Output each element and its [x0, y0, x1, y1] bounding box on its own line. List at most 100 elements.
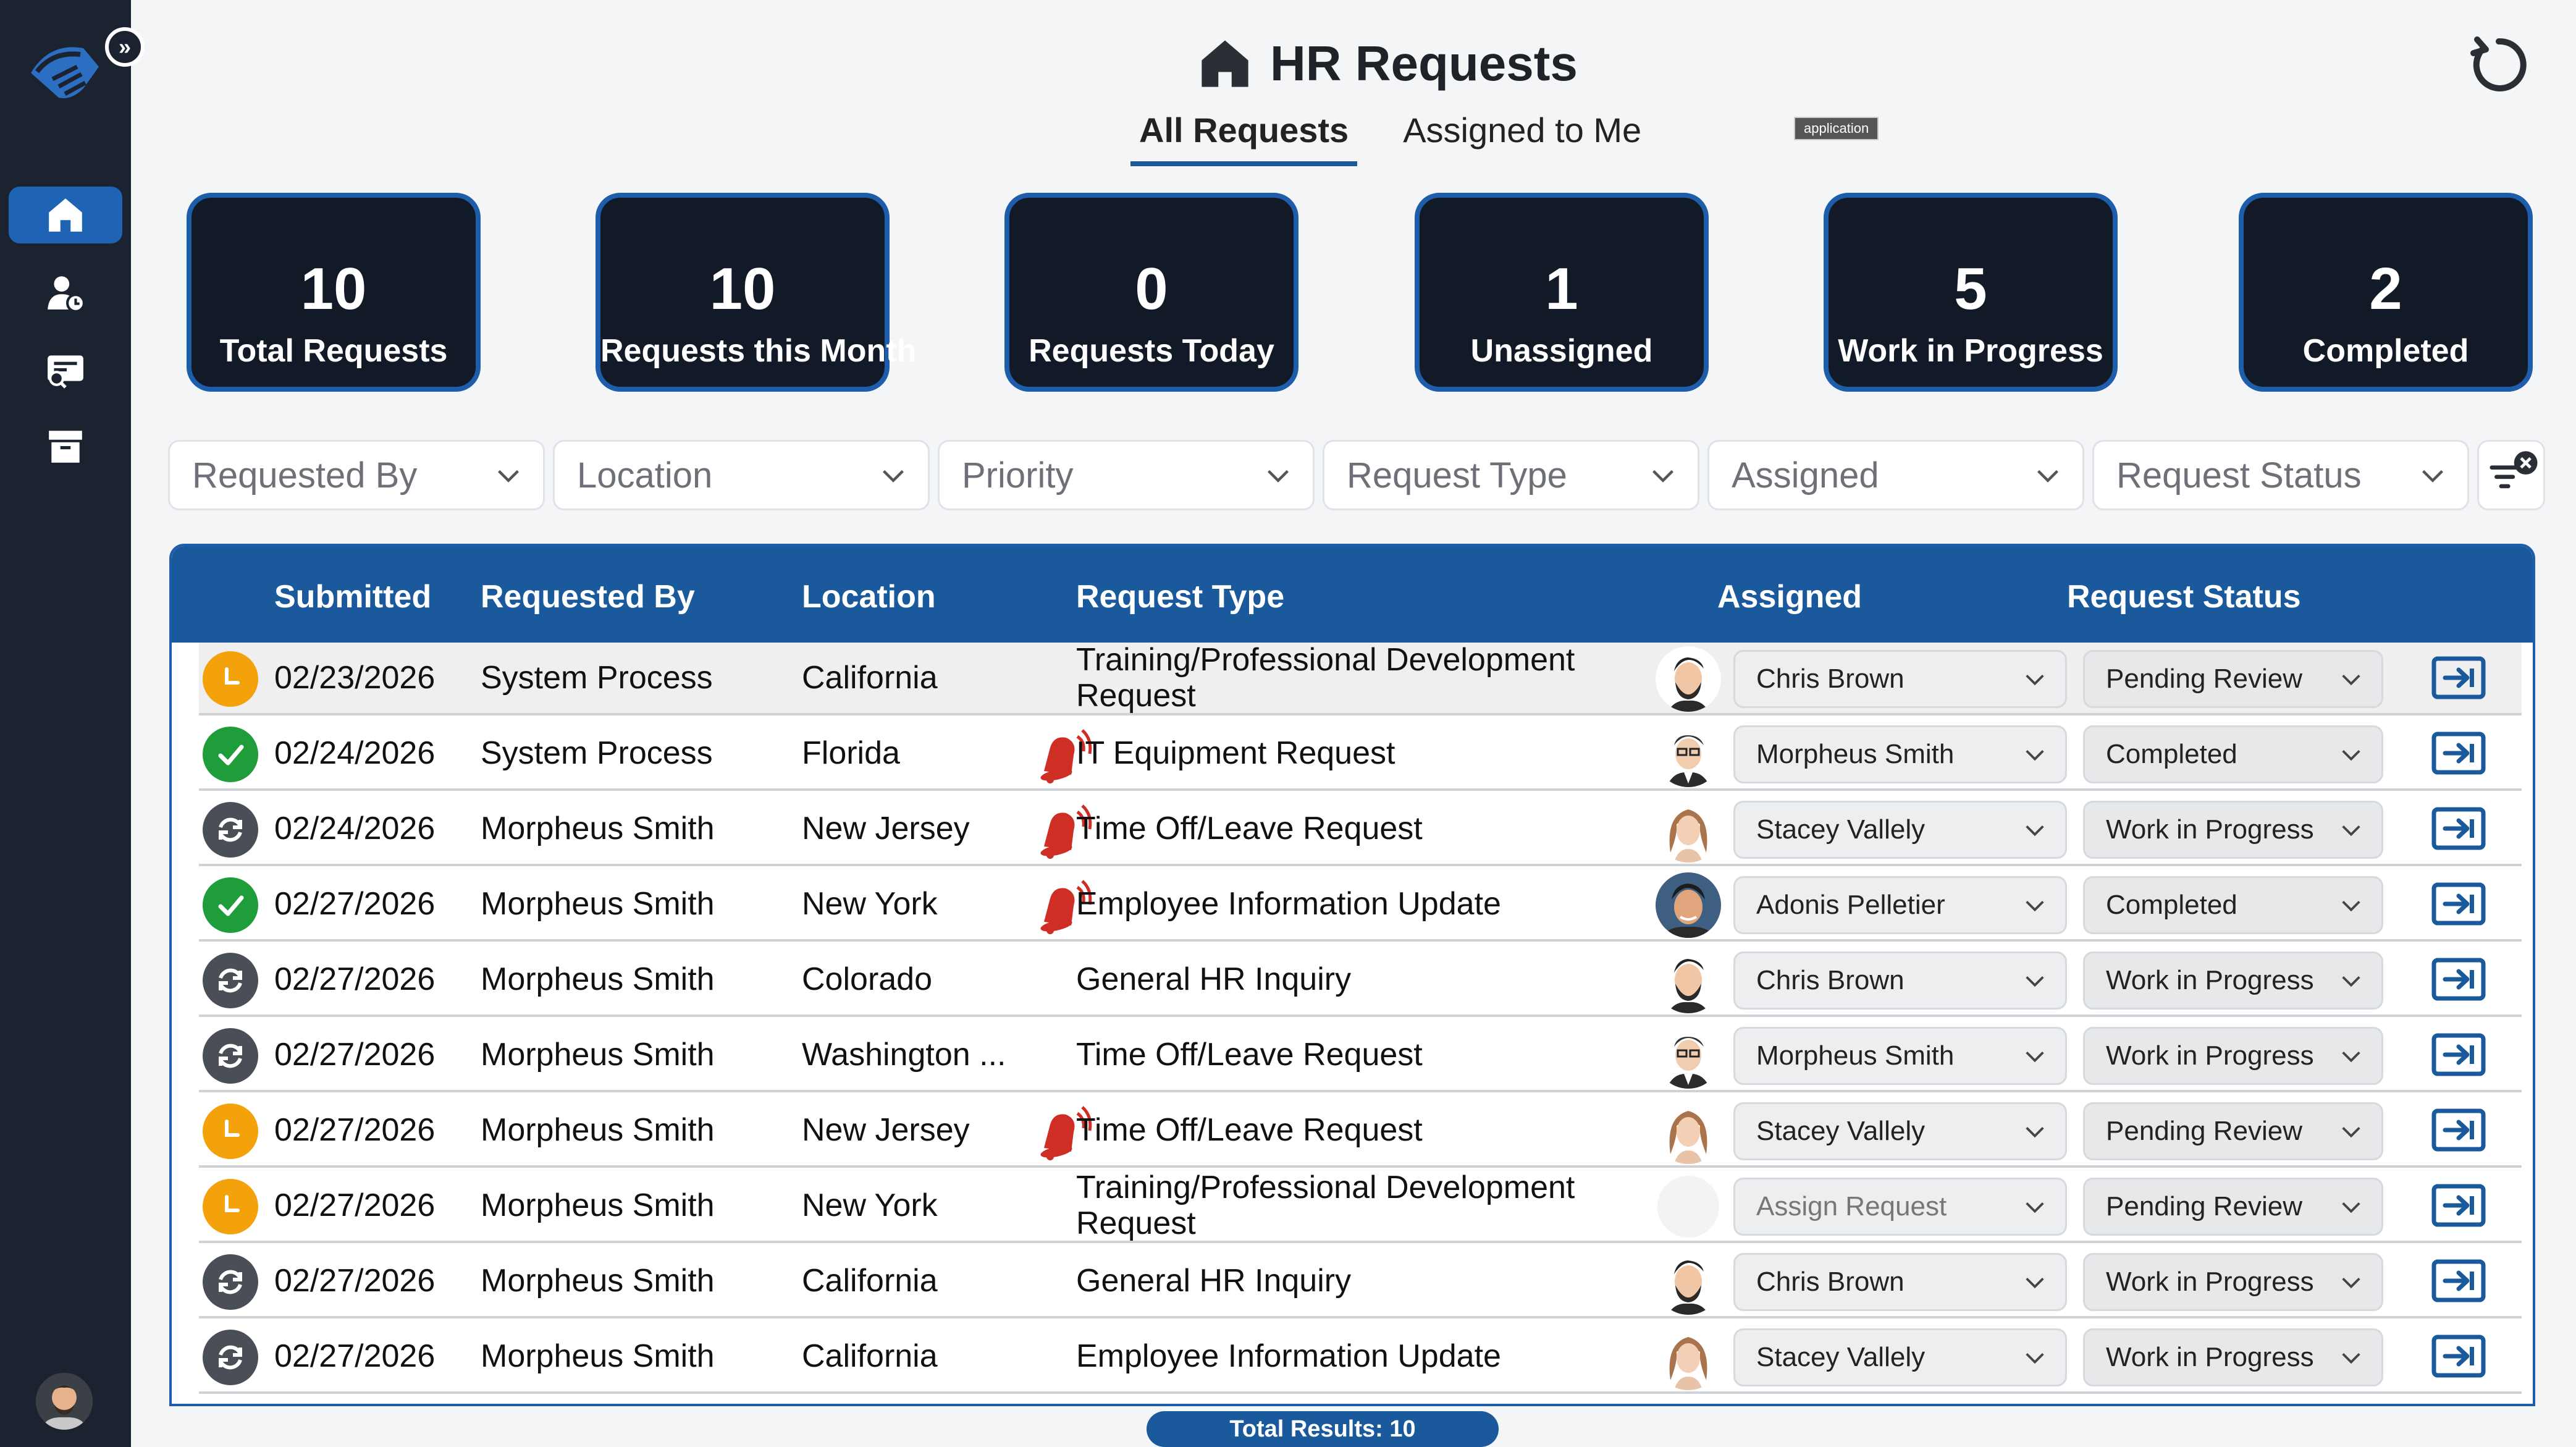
table-row[interactable]: 02/27/2026 Morpheus Smith California Genera…: [199, 1246, 2522, 1318]
table-row[interactable]: 02/27/2026 Morpheus Smith Colorado General …: [199, 944, 2522, 1017]
table-row[interactable]: 02/27/2026 Morpheus Smith New Jersey Time O…: [199, 1095, 2522, 1168]
chevron-down-icon: [1652, 470, 1673, 483]
open-request-icon[interactable]: [2431, 958, 2486, 1001]
filter-priority[interactable]: Priority: [938, 440, 1315, 510]
chevron-down-icon: [2026, 1352, 2044, 1364]
open-request-icon[interactable]: [2431, 1184, 2486, 1227]
tab-bar: All Requests Assigned to Me: [1130, 105, 1650, 166]
location: New Jersey: [802, 811, 970, 846]
request-status-select[interactable]: Pending Review: [2083, 650, 2383, 708]
assignee-select[interactable]: Adonis Pelletier: [1733, 876, 2067, 934]
assignee-select[interactable]: Stacey Vallely: [1733, 801, 2067, 859]
request-status-select[interactable]: Work in Progress: [2083, 801, 2383, 859]
column-header-request-status[interactable]: Request Status: [2067, 578, 2301, 615]
assignee-select[interactable]: Morpheus Smith: [1733, 1027, 2067, 1085]
table-row[interactable]: 02/27/2026 Morpheus Smith New York Training…: [199, 1170, 2522, 1243]
assignee-select[interactable]: Chris Brown: [1733, 650, 2067, 708]
chevron-down-icon: [2342, 1202, 2360, 1213]
assignee-select[interactable]: Chris Brown: [1733, 1253, 2067, 1311]
chevron-down-icon: [2026, 674, 2044, 686]
assignee-avatar: [1656, 1174, 1721, 1239]
user-avatar[interactable]: [36, 1373, 93, 1430]
assignee-value: Assign Request: [1756, 1191, 1947, 1221]
column-header-submitted[interactable]: Submitted: [274, 578, 431, 615]
filter-location[interactable]: Location: [553, 440, 930, 510]
column-header-request-type[interactable]: Request Type: [1076, 578, 1284, 615]
assignee-select[interactable]: Morpheus Smith: [1733, 725, 2067, 783]
open-request-icon[interactable]: [2431, 1335, 2486, 1378]
column-header-requested-by[interactable]: Requested By: [481, 578, 695, 615]
assignee-avatar: [1656, 1325, 1721, 1390]
request-status-select[interactable]: Pending Review: [2083, 1178, 2383, 1236]
filter-label: Requested By: [192, 455, 418, 496]
request-status-value: Work in Progress: [2106, 1040, 2314, 1071]
filter-request-status[interactable]: Request Status: [2092, 440, 2469, 510]
assignee-select[interactable]: Assign Request: [1733, 1178, 2067, 1236]
requested-by: Morpheus Smith: [481, 886, 715, 922]
stat-card-unassigned[interactable]: 1 Unassigned: [1415, 193, 1709, 392]
request-status-select[interactable]: Work in Progress: [2083, 951, 2383, 1010]
sidebar-item-search-tickets[interactable]: [9, 341, 122, 398]
status-in-progress-icon: [203, 1028, 258, 1084]
chevron-down-icon: [883, 470, 904, 483]
request-status-select[interactable]: Completed: [2083, 876, 2383, 934]
open-request-icon[interactable]: [2431, 732, 2486, 775]
request-status-value: Completed: [2106, 890, 2237, 920]
submitted-date: 02/27/2026: [274, 1112, 436, 1148]
assignee-select[interactable]: Stacey Vallely: [1733, 1328, 2067, 1386]
page-header: HR Requests: [1198, 30, 1578, 98]
request-status-value: Pending Review: [2106, 664, 2302, 694]
filter-assigned[interactable]: Assigned: [1707, 440, 2084, 510]
status-pending-icon: [203, 1103, 258, 1159]
request-status-select[interactable]: Work in Progress: [2083, 1328, 2383, 1386]
home-icon: [1202, 40, 1248, 87]
status-in-progress-icon: [203, 1254, 258, 1310]
request-status-select[interactable]: Work in Progress: [2083, 1253, 2383, 1311]
request-status-select[interactable]: Completed: [2083, 725, 2383, 783]
open-request-icon[interactable]: [2431, 656, 2486, 699]
stat-card-requests-this-month[interactable]: 10 Requests this Month: [596, 193, 916, 392]
filter-label: Location: [577, 455, 713, 496]
tab-all-requests[interactable]: All Requests: [1130, 105, 1358, 166]
assignee-select[interactable]: Stacey Vallely: [1733, 1102, 2067, 1160]
stat-card-completed[interactable]: 2 Completed: [2239, 193, 2533, 392]
refresh-icon[interactable]: [2465, 31, 2533, 99]
clear-filters-button[interactable]: [2477, 440, 2545, 510]
assignee-select[interactable]: Chris Brown: [1733, 951, 2067, 1010]
column-header-assigned[interactable]: Assigned: [1717, 578, 1862, 615]
stat-card-requests-today[interactable]: 0 Requests Today: [1004, 193, 1299, 392]
stat-value: 10: [709, 256, 776, 322]
avatar-chris-icon: [1656, 646, 1721, 712]
table-row[interactable]: 02/24/2026 Morpheus Smith New Jersey Time O…: [199, 793, 2522, 866]
expand-sidebar-button[interactable]: »: [105, 27, 145, 67]
filter-clear-icon: [2490, 451, 2538, 489]
tab-assigned-to-me[interactable]: Assigned to Me: [1394, 105, 1650, 166]
avatar-stacey-icon: [1656, 1325, 1721, 1390]
sidebar-item-my-requests[interactable]: [9, 264, 122, 321]
requested-by: Morpheus Smith: [481, 1263, 715, 1299]
filter-request-type[interactable]: Request Type: [1323, 440, 1699, 510]
home-icon: [49, 198, 82, 232]
sidebar-item-archive[interactable]: [9, 418, 122, 475]
request-status-select[interactable]: Pending Review: [2083, 1102, 2383, 1160]
request-status-select[interactable]: Work in Progress: [2083, 1027, 2383, 1085]
filter-requested-by[interactable]: Requested By: [168, 440, 545, 510]
stat-card-total-requests[interactable]: 10 Total Requests: [187, 193, 481, 392]
open-request-icon[interactable]: [2431, 882, 2486, 926]
table-row[interactable]: 02/27/2026 Morpheus Smith California Employ…: [199, 1321, 2522, 1394]
open-request-icon[interactable]: [2431, 1259, 2486, 1302]
open-request-icon[interactable]: [2431, 1108, 2486, 1152]
table-row[interactable]: 02/24/2026 System Process Florida IT Equipm…: [199, 718, 2522, 791]
table-row[interactable]: 02/27/2026 Morpheus Smith New York Employee…: [199, 869, 2522, 942]
status-pending-icon: [203, 651, 258, 707]
status-in-progress-icon: [203, 1330, 258, 1385]
column-header-location[interactable]: Location: [802, 578, 936, 615]
request-type: Training/Professional Development Reques…: [1076, 1170, 1575, 1241]
sidebar-item-home[interactable]: [9, 187, 122, 243]
stat-card-work-in-progress[interactable]: 5 Work in Progress: [1824, 193, 2118, 392]
open-request-icon[interactable]: [2431, 1033, 2486, 1076]
table-row[interactable]: 02/27/2026 Morpheus Smith Washington ... Ti…: [199, 1019, 2522, 1092]
location: California: [802, 1338, 938, 1374]
table-row[interactable]: 02/23/2026 System Process California Traini…: [199, 642, 2522, 715]
open-request-icon[interactable]: [2431, 807, 2486, 850]
